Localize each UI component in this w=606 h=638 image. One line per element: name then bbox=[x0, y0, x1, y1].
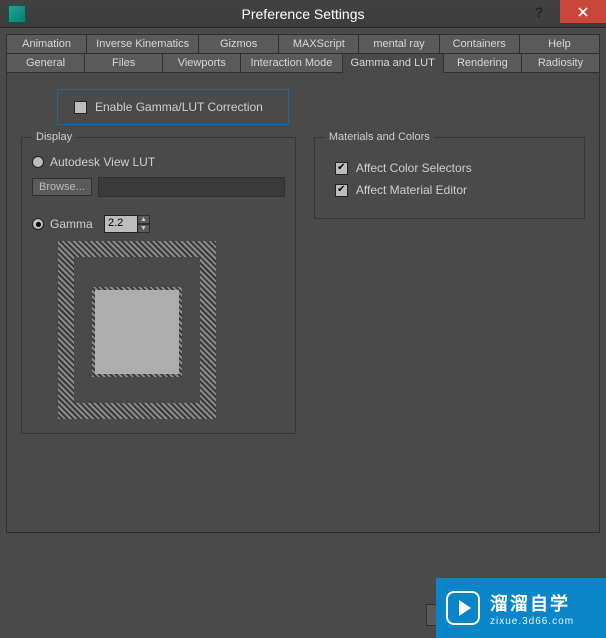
gamma-value[interactable]: 2.2 bbox=[104, 215, 138, 233]
autodesk-view-lut-radio[interactable] bbox=[32, 156, 44, 168]
affect-color-selectors-checkbox[interactable] bbox=[335, 162, 348, 175]
watermark: 溜溜自学 zixue.3d66.com bbox=[436, 578, 606, 638]
autodesk-view-lut-label: Autodesk View LUT bbox=[50, 155, 155, 169]
gamma-spin-down-icon[interactable]: ▼ bbox=[138, 224, 150, 233]
close-icon bbox=[578, 7, 588, 17]
affect-material-editor-label: Affect Material Editor bbox=[356, 183, 467, 197]
window-title: Preference Settings bbox=[0, 6, 606, 22]
gamma-preview bbox=[58, 241, 216, 419]
display-legend: Display bbox=[32, 131, 76, 143]
materials-colors-legend: Materials and Colors bbox=[325, 131, 434, 143]
titlebar: Preference Settings ? bbox=[0, 0, 606, 28]
tab-files[interactable]: Files bbox=[85, 53, 163, 73]
tab-interaction-mode[interactable]: Interaction Mode bbox=[241, 53, 342, 73]
enable-gamma-box: Enable Gamma/LUT Correction bbox=[57, 89, 289, 125]
tab-general[interactable]: General bbox=[6, 53, 85, 73]
tab-gamma-and-lut[interactable]: Gamma and LUT bbox=[343, 53, 444, 73]
tab-maxscript[interactable]: MAXScript bbox=[279, 34, 359, 53]
lut-path-input[interactable] bbox=[98, 177, 285, 197]
app-icon bbox=[8, 5, 26, 23]
tab-mental-ray[interactable]: mental ray bbox=[359, 34, 439, 53]
materials-colors-group: Materials and Colors Affect Color Select… bbox=[314, 131, 585, 219]
watermark-url: zixue.3d66.com bbox=[490, 616, 574, 627]
enable-gamma-label: Enable Gamma/LUT Correction bbox=[95, 100, 263, 114]
tab-gizmos[interactable]: Gizmos bbox=[199, 34, 279, 53]
gamma-spinner[interactable]: 2.2 ▲ ▼ bbox=[104, 215, 150, 233]
help-button[interactable]: ? bbox=[518, 0, 560, 23]
affect-material-editor-checkbox[interactable] bbox=[335, 184, 348, 197]
gamma-radio[interactable] bbox=[32, 218, 44, 230]
watermark-title: 溜溜自学 bbox=[490, 590, 574, 616]
tab-radiosity[interactable]: Radiosity bbox=[522, 53, 600, 73]
tab-pane-gamma-and-lut: Enable Gamma/LUT Correction Display Auto… bbox=[6, 73, 600, 533]
gamma-spin-up-icon[interactable]: ▲ bbox=[138, 215, 150, 224]
tab-containers[interactable]: Containers bbox=[440, 34, 520, 53]
display-group: Display Autodesk View LUT Browse... Gamm… bbox=[21, 131, 296, 434]
tab-inverse-kinematics[interactable]: Inverse Kinematics bbox=[87, 34, 199, 53]
tab-rendering[interactable]: Rendering bbox=[444, 53, 522, 73]
affect-color-selectors-label: Affect Color Selectors bbox=[356, 161, 472, 175]
tab-animation[interactable]: Animation bbox=[6, 34, 87, 53]
play-icon bbox=[446, 591, 480, 625]
browse-button[interactable]: Browse... bbox=[32, 178, 92, 196]
close-button[interactable] bbox=[560, 0, 606, 23]
tab-row-1: Animation Inverse Kinematics Gizmos MAXS… bbox=[6, 34, 600, 53]
tab-help[interactable]: Help bbox=[520, 34, 600, 53]
gamma-label: Gamma bbox=[50, 217, 98, 231]
tab-viewports[interactable]: Viewports bbox=[163, 53, 241, 73]
tab-row-2: General Files Viewports Interaction Mode… bbox=[6, 53, 600, 73]
enable-gamma-checkbox[interactable] bbox=[74, 101, 87, 114]
